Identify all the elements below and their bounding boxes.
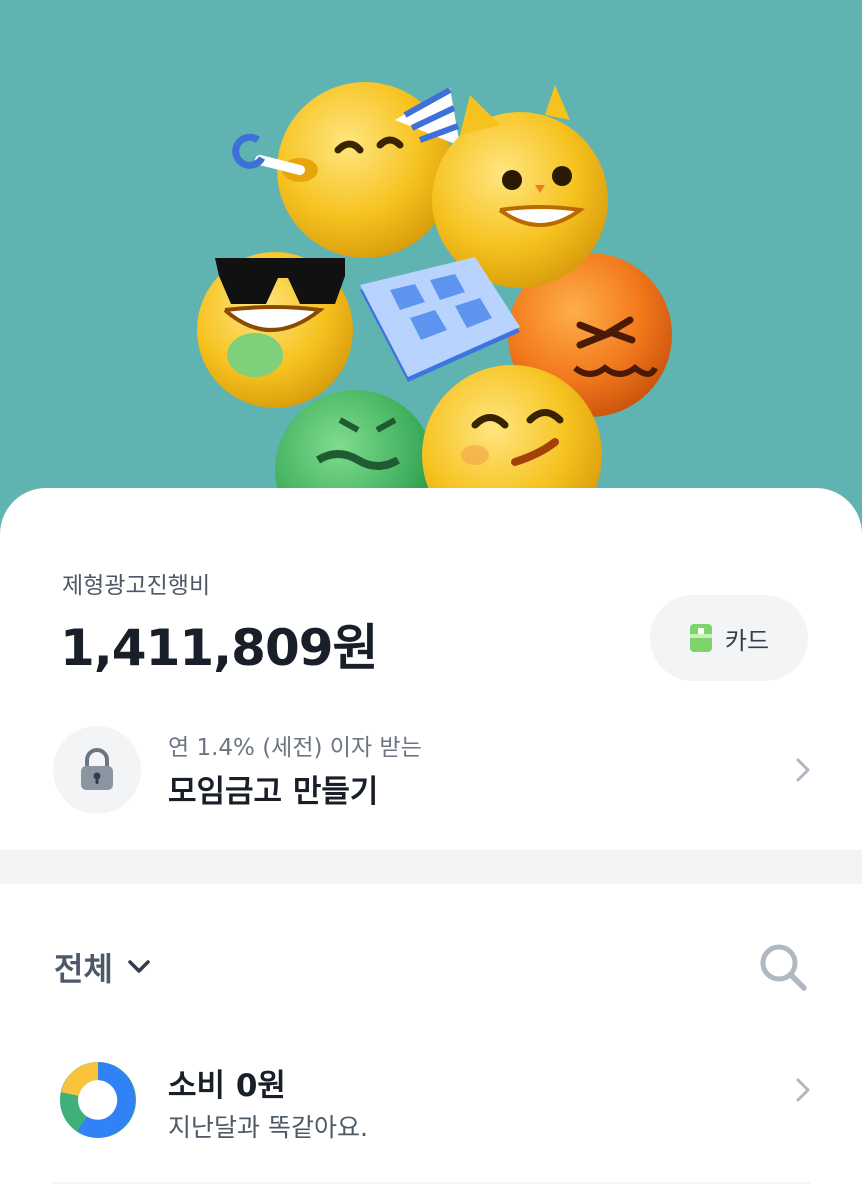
chevron-right-icon <box>796 758 810 782</box>
lock-icon-container <box>53 726 141 814</box>
search-button[interactable] <box>756 940 810 994</box>
filter-label: 전체 <box>54 950 113 988</box>
spending-donut-icon <box>60 1062 136 1138</box>
lock-icon <box>81 748 113 790</box>
account-balance: 1,411,809원 <box>60 619 379 677</box>
section-divider <box>0 850 862 884</box>
card-icon <box>689 623 713 653</box>
emoji-group-illustration <box>197 82 672 550</box>
spending-subtitle: 지난달과 똑같아요. <box>168 1113 368 1142</box>
promo-title: 모임금고 만들기 <box>168 774 379 810</box>
account-name: 제형광고진행비 <box>62 573 211 599</box>
savings-promo-row[interactable]: 연 1.4% (세전) 이자 받는 모임금고 만들기 <box>0 718 862 818</box>
spending-title: 소비 0원 <box>168 1068 286 1104</box>
account-sheet: 제형광고진행비 1,411,809원 카드 연 1.4% (세전) 이자 받는 … <box>0 488 862 1200</box>
card-button-label: 카드 <box>724 626 770 655</box>
promo-subtitle: 연 1.4% (세전) 이자 받는 <box>168 735 422 761</box>
hero-banner <box>0 0 862 560</box>
row-divider <box>52 1182 810 1184</box>
filter-dropdown[interactable]: 전체 <box>54 944 151 990</box>
chevron-right-icon <box>796 1078 810 1102</box>
spending-summary-row[interactable]: 소비 0원 지난달과 똑같아요. <box>0 1048 862 1158</box>
search-icon <box>760 944 807 991</box>
chevron-down-icon <box>128 960 150 973</box>
card-button[interactable]: 카드 <box>650 595 808 681</box>
